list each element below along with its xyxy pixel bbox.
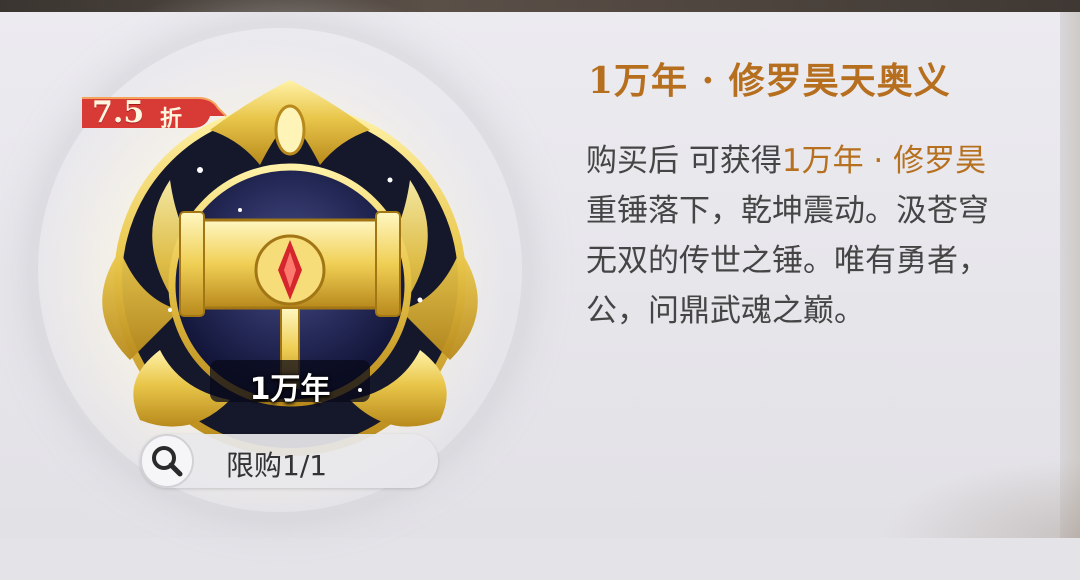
purchase-limit-label: 限购1/1 bbox=[226, 449, 328, 482]
magnifier-button[interactable] bbox=[140, 434, 194, 488]
description-item-highlight: 1万年 · 修罗昊 bbox=[781, 143, 987, 179]
discount-badge: 7.5 折 bbox=[80, 94, 230, 132]
description-line-3: 无双的传世之锤。唯有勇者， bbox=[586, 243, 989, 279]
emblem-tier-label: 1万年 bbox=[249, 372, 331, 407]
magnifier-icon bbox=[152, 446, 183, 477]
description-line-4: 公，问鼎武魂之巅。 bbox=[586, 293, 865, 329]
discount-unit: 折 bbox=[160, 107, 183, 132]
description-line-2: 重锤落下，乾坤震动。汲苍穹 bbox=[586, 193, 989, 229]
item-description: 购买后 可获得1万年 · 修罗昊 重锤落下，乾坤震动。汲苍穹 无双的传世之锤。唯… bbox=[586, 136, 1060, 336]
item-title: 1万年 · 修罗昊天奥义 bbox=[588, 60, 951, 102]
description-line-1: 购买后 可获得1万年 · 修罗昊 bbox=[586, 143, 987, 179]
discount-value: 7.5 bbox=[92, 95, 145, 130]
